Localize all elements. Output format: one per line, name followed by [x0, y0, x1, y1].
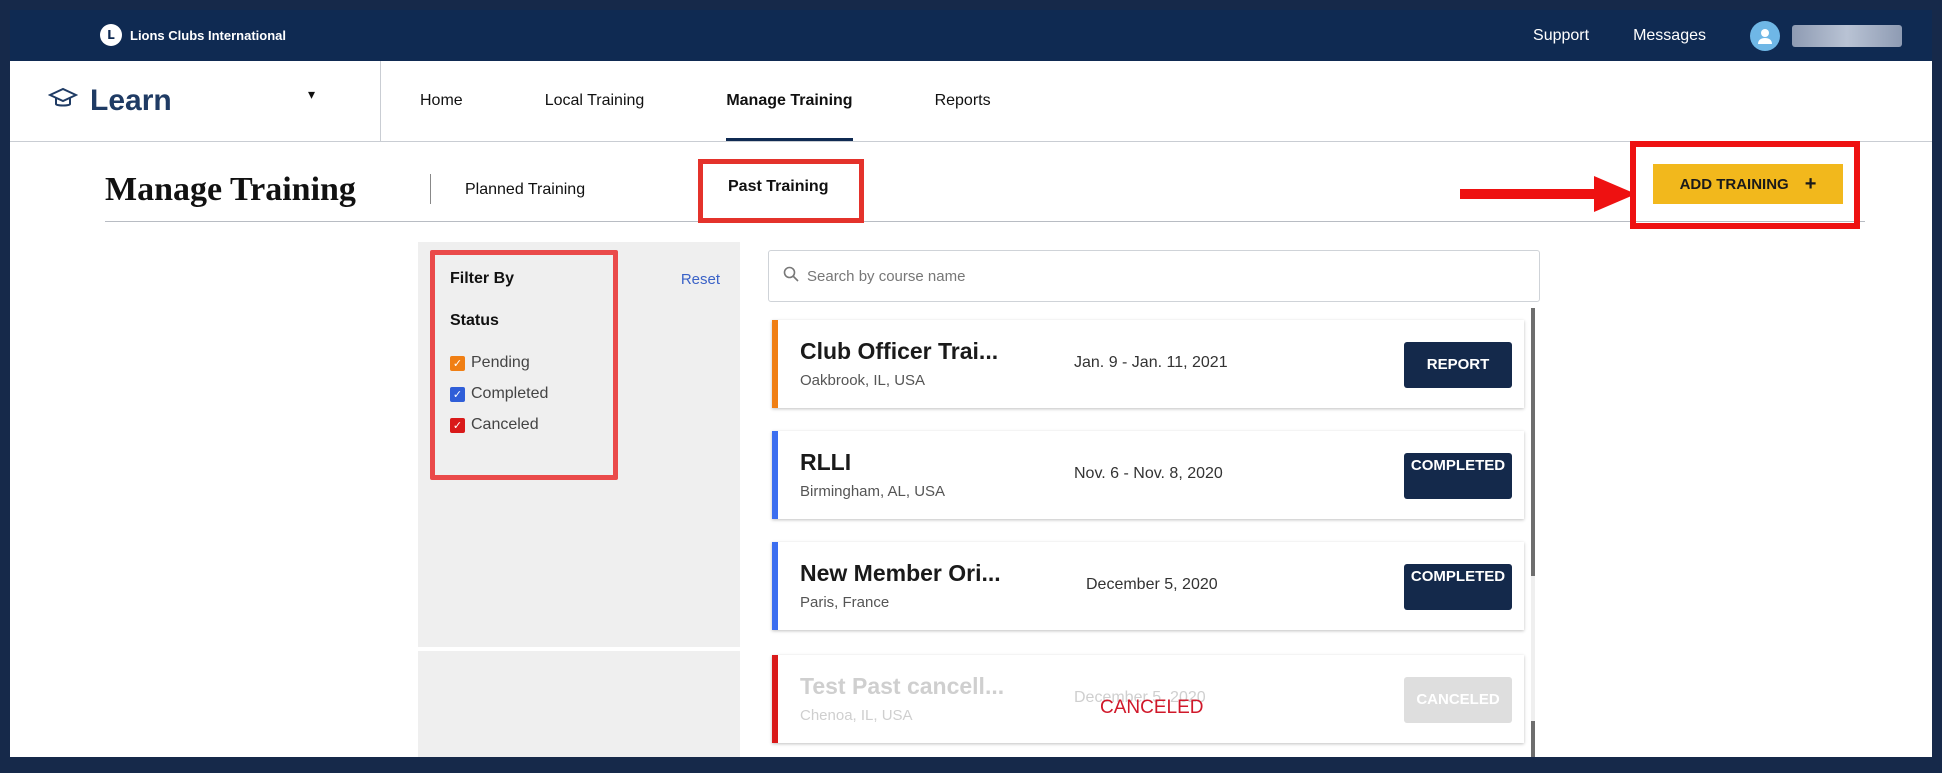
highlight-filter	[430, 250, 618, 480]
completed-button[interactable]: COMPLETED	[1404, 453, 1512, 499]
person-icon	[1758, 28, 1772, 44]
search-input[interactable]: Search by course name	[807, 268, 965, 285]
training-location: Oakbrook, IL, USA	[800, 372, 926, 389]
report-button[interactable]: REPORT	[1404, 342, 1512, 388]
brand-name: Lions Clubs International	[130, 27, 287, 43]
app-title: Learn	[90, 84, 172, 117]
top-links: Support Messages	[1533, 10, 1902, 61]
training-title: New Member Ori...	[800, 560, 1001, 586]
scrollbar-thumb-lower[interactable]	[1531, 721, 1535, 757]
training-card[interactable]: Club Officer Trai... Oakbrook, IL, USA J…	[772, 320, 1524, 408]
nav-items: Home Local Training Manage Training Repo…	[420, 61, 991, 141]
lions-logo-icon: L	[100, 24, 122, 46]
learn-app-switcher[interactable]: Learn ▾	[10, 61, 381, 141]
tab-planned-training[interactable]: Planned Training	[465, 181, 585, 199]
nav-home[interactable]: Home	[420, 61, 463, 141]
training-location: Paris, France	[800, 594, 890, 611]
reset-filter-link[interactable]: Reset	[681, 271, 720, 288]
top-bar: L Lions Clubs International Support Mess…	[10, 10, 1932, 61]
training-card[interactable]: Test Past cancell... Chenoa, IL, USA Dec…	[772, 655, 1524, 743]
nav-reports[interactable]: Reports	[935, 61, 991, 141]
training-title: RLLI	[800, 449, 852, 475]
filter-panel-lower	[418, 651, 740, 757]
training-location: Birmingham, AL, USA	[800, 483, 946, 500]
graduation-cap-icon	[47, 86, 79, 117]
training-title: Test Past cancell...	[800, 673, 1005, 699]
nav-local-training[interactable]: Local Training	[545, 61, 645, 141]
completed-button[interactable]: COMPLETED	[1404, 564, 1512, 610]
chevron-down-icon[interactable]: ▾	[308, 87, 315, 103]
app-frame: L Lions Clubs International Support Mess…	[10, 10, 1932, 757]
search-bar[interactable]: Search by course name	[768, 250, 1540, 302]
training-title: Club Officer Trai...	[800, 338, 999, 364]
add-training-label: ADD TRAINING	[1679, 175, 1789, 193]
highlight-past-training	[698, 159, 864, 223]
training-card[interactable]: RLLI Birmingham, AL, USA Nov. 6 - Nov. 8…	[772, 431, 1524, 519]
annotation-arrow-shaft	[1460, 189, 1596, 199]
user-menu[interactable]	[1750, 20, 1902, 51]
page-title: Manage Training	[105, 171, 356, 208]
canceled-button: CANCELED	[1404, 677, 1512, 723]
search-icon	[783, 266, 799, 286]
plus-icon: +	[1804, 172, 1817, 195]
training-date: December 5, 2020	[1086, 576, 1218, 593]
scrollbar-thumb[interactable]	[1531, 308, 1535, 576]
add-training-button[interactable]: ADD TRAINING +	[1653, 164, 1843, 204]
user-avatar-icon[interactable]	[1750, 20, 1780, 51]
canceled-label: CANCELED	[1100, 697, 1204, 718]
training-location: Chenoa, IL, USA	[800, 707, 913, 724]
training-card[interactable]: New Member Ori... Paris, France December…	[772, 542, 1524, 630]
username-redacted	[1792, 24, 1902, 47]
training-date: Jan. 9 - Jan. 11, 2021	[1074, 354, 1228, 371]
main-nav: Learn ▾ Home Local Training Manage Train…	[10, 61, 1932, 142]
support-link[interactable]: Support	[1533, 27, 1589, 45]
brand[interactable]: L Lions Clubs International	[100, 24, 286, 46]
nav-manage-training[interactable]: Manage Training	[726, 61, 853, 141]
header-divider	[430, 174, 431, 204]
training-date: Nov. 6 - Nov. 8, 2020	[1074, 465, 1223, 482]
messages-link[interactable]: Messages	[1633, 27, 1706, 45]
